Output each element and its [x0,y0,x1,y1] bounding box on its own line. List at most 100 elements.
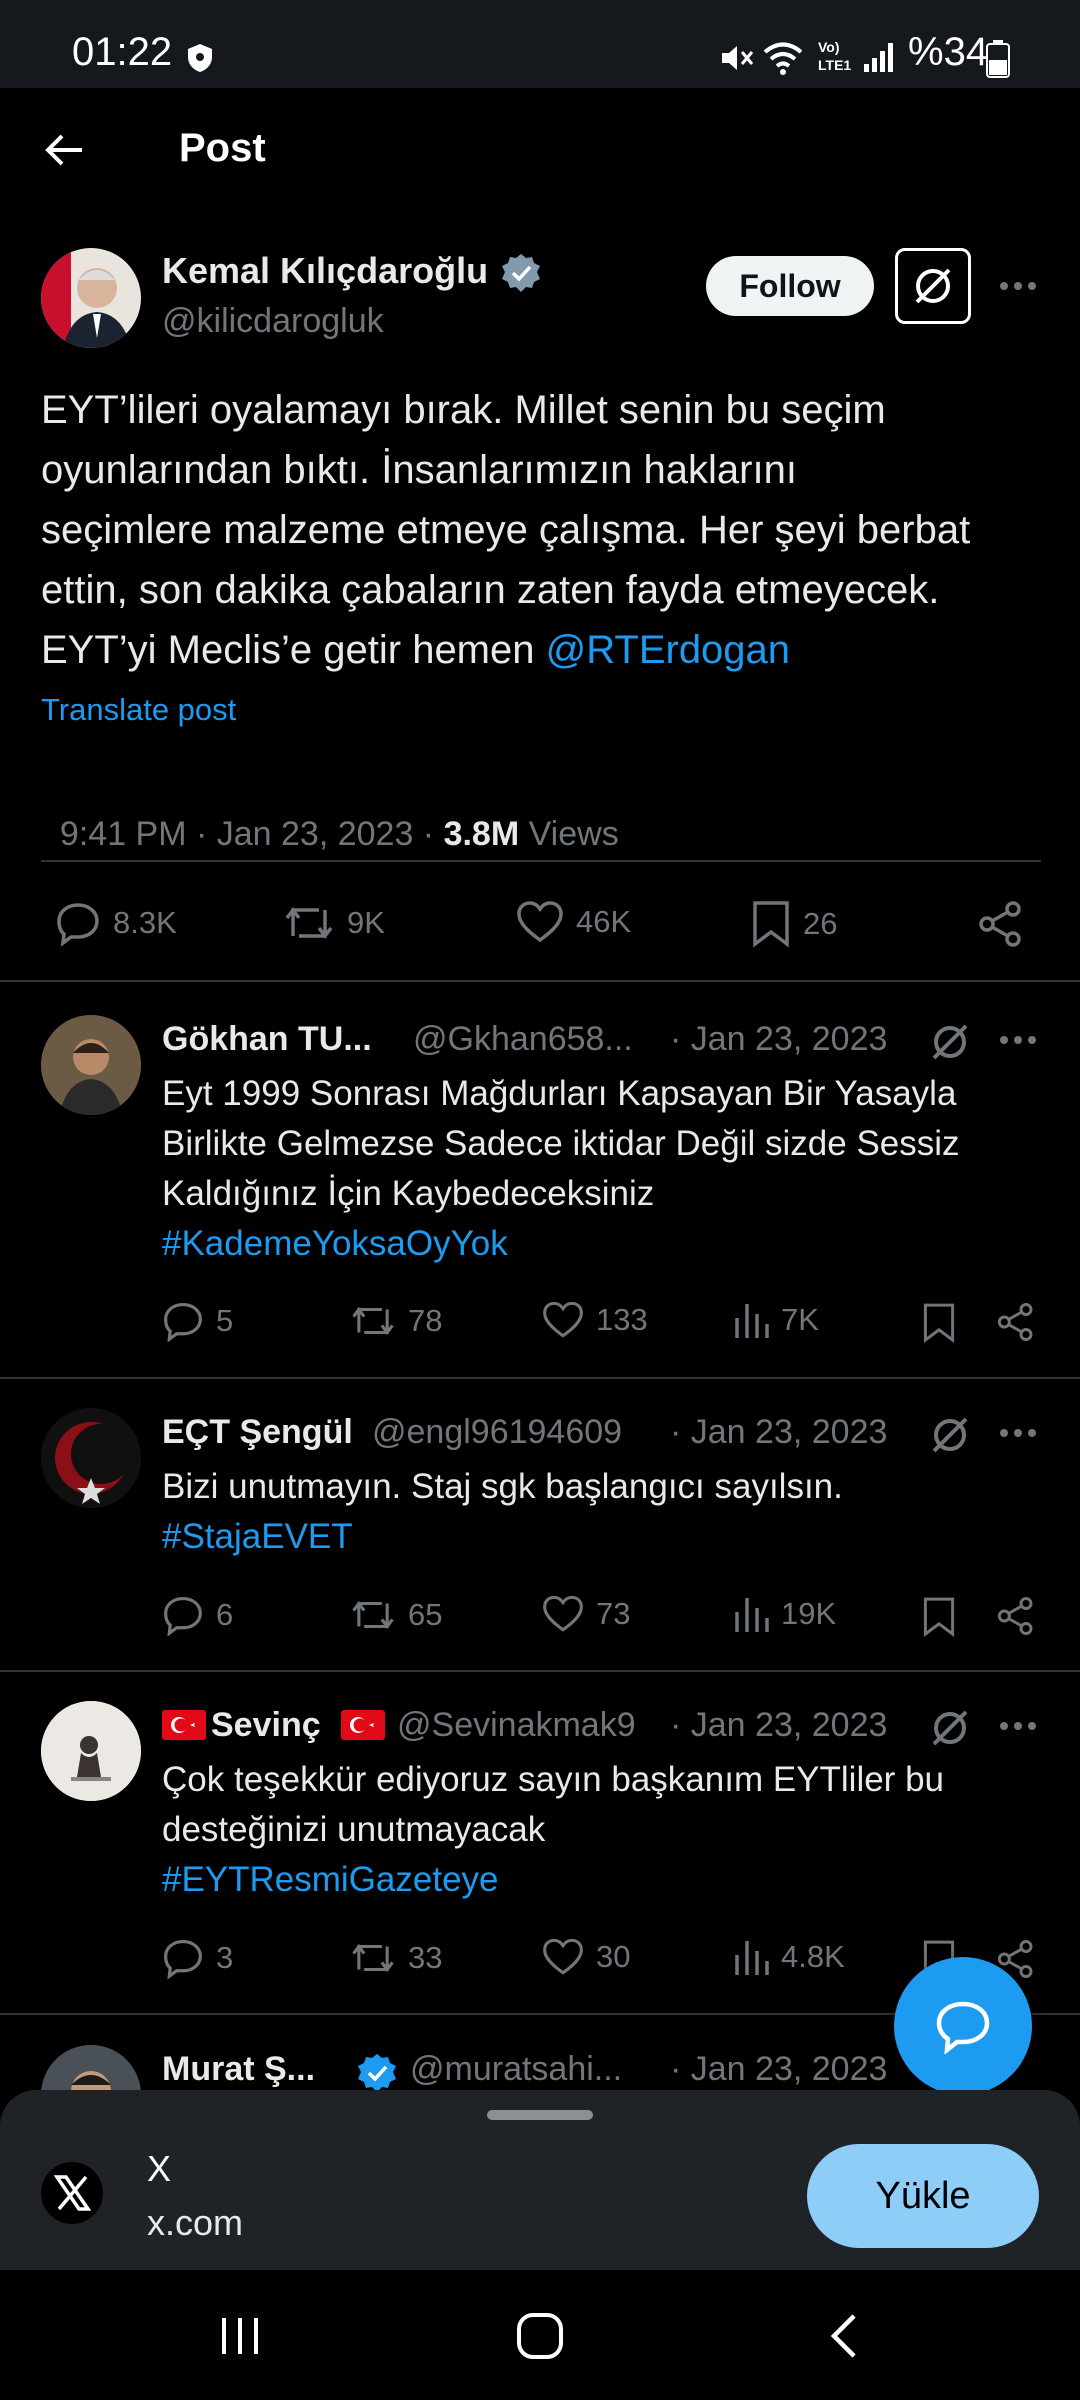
post-text-line: EYT’lileri oyalamayı bırak. Millet senin… [41,388,886,432]
reply-author-handle[interactable]: @muratsahi... [410,2050,622,2089]
grok-button[interactable] [895,248,971,324]
views-count: 19K [781,1596,837,1631]
reply-icon [162,1937,204,1979]
status-bar: 01:22 Vo) LTE1 %34 [0,0,1080,88]
bookmark-icon[interactable] [922,1596,956,1638]
repost-count: 65 [408,1597,443,1632]
views-chart-icon [733,1300,769,1340]
views-count: 3.8M [443,815,520,853]
mute-icon [718,40,754,76]
post-text-line: ettin, son dakika çabaların zaten fayda … [41,568,940,612]
like-button[interactable]: 30 [542,1937,630,1977]
follow-button[interactable]: Follow [706,256,874,316]
like-button[interactable]: 73 [542,1594,630,1634]
reply-icon [162,1594,204,1636]
share-icon[interactable] [996,1302,1036,1342]
back-arrow-icon[interactable] [42,128,86,172]
flag-tr-icon [162,1710,206,1740]
hashtag-link[interactable]: #StajaEVET [162,1512,843,1562]
reply-date: · Jan 23, 2023 [670,1706,888,1744]
avatar[interactable] [41,1408,141,1508]
reply-text-line: desteğinizi unutmayacak [162,1810,546,1849]
reply-button[interactable]: 6 [162,1594,233,1636]
divider [41,860,1041,862]
avatar[interactable] [41,1701,141,1801]
bookmark-button[interactable]: 26 [751,900,837,948]
grok-icon[interactable] [928,1706,972,1750]
reply-text: Çok teşekkür ediyoruz sayın başkanım EYT… [162,1755,944,1905]
author-name[interactable]: Kemal Kılıçdaroğlu [162,250,488,292]
repost-icon [350,1300,396,1342]
reply-button[interactable]: 3 [162,1937,233,1979]
reply-count: 3 [216,1940,234,1975]
like-button[interactable]: 46K [516,900,631,944]
views-chart-icon [733,1594,769,1634]
views-button[interactable]: 7K [733,1300,819,1340]
views-button[interactable]: 4.8K [733,1937,845,1977]
views-button[interactable]: 19K [733,1594,836,1634]
reply-text-line: Kaldığınız İçin Kaybedeceksiniz [162,1174,655,1213]
battery-percent: %34 [908,30,989,74]
recent-apps-icon[interactable] [218,2316,262,2356]
repost-button[interactable]: 78 [350,1300,442,1342]
author-avatar[interactable] [41,248,141,348]
reply-author-handle[interactable]: @engl96194609 [372,1413,622,1452]
bookmark-icon [751,900,791,948]
reply-author-handle[interactable]: @Gkhan658... [413,1020,633,1059]
volte-icon: Vo) LTE1 [818,39,852,73]
post-text-line: oyunlarından bıktı. İnsanlarımızın hakla… [41,448,797,492]
author-handle[interactable]: @kilicdarogluk [162,302,384,341]
heart-icon [516,900,564,944]
repost-button[interactable]: 33 [350,1937,442,1979]
reply-button[interactable]: 8.3K [55,900,177,946]
reply-count: 5 [216,1303,234,1338]
shield-icon [186,42,214,74]
share-icon[interactable] [996,1596,1036,1636]
divider [0,1377,1080,1379]
status-time: 01:22 [72,30,173,74]
battery-icon [986,40,1010,78]
bookmark-count: 26 [803,906,838,941]
reply-author-name[interactable]: Sevinç [211,1706,321,1745]
reply-button[interactable]: 5 [162,1300,233,1342]
like-button[interactable]: 133 [542,1300,648,1340]
repost-button[interactable]: 65 [350,1594,442,1636]
reply-text-line: Birlikte Gelmezse Sadece iktidar Değil s… [162,1124,960,1163]
compose-reply-button[interactable] [894,1957,1032,2095]
repost-icon [350,1594,396,1636]
grok-icon[interactable] [928,1413,972,1457]
app-name: X [147,2148,172,2189]
hashtag-link[interactable]: #EYTResmiGazeteye [162,1855,944,1905]
reply-author-name[interactable]: Gökhan TU... [162,1020,372,1059]
reply-text: Bizi unutmayın. Staj sgk başlangıcı sayı… [162,1462,843,1562]
more-options-icon[interactable] [998,1720,1038,1732]
reply-author-name[interactable]: Murat Ş... [162,2050,315,2089]
translate-link[interactable]: Translate post [41,692,236,728]
reply-text-line: Eyt 1999 Sonrası Mağdurları Kapsayan Bir… [162,1074,957,1113]
home-icon[interactable] [516,2312,564,2360]
reply-count: 8.3K [113,905,177,940]
app-domain: x.com [147,2202,244,2243]
heart-icon [542,1300,584,1340]
hashtag-link[interactable]: #KademeYoksaOyYok [162,1219,960,1269]
grok-icon[interactable] [928,1020,972,1064]
reply-author-name[interactable]: EÇT Şengül [162,1413,353,1452]
chat-bubble-icon [935,1998,991,2054]
drag-handle[interactable] [487,2110,593,2120]
reply-icon [162,1300,204,1342]
repost-count: 33 [408,1940,443,1975]
repost-count: 78 [408,1303,443,1338]
like-count: 46K [576,904,632,939]
back-nav-icon[interactable] [826,2312,860,2360]
reply-author-handle[interactable]: @Sevinakmak9 [397,1706,636,1745]
more-options-icon[interactable] [998,1427,1038,1439]
views-count: 7K [781,1302,819,1337]
install-button[interactable]: Yükle [807,2144,1039,2248]
more-options-icon[interactable] [998,1034,1038,1046]
bookmark-icon[interactable] [922,1302,956,1344]
repost-button[interactable]: 9K [283,900,385,946]
mention-link[interactable]: @RTErdogan [546,628,790,672]
share-icon[interactable] [977,900,1025,948]
more-options-icon[interactable] [998,280,1038,292]
avatar[interactable] [41,1015,141,1115]
